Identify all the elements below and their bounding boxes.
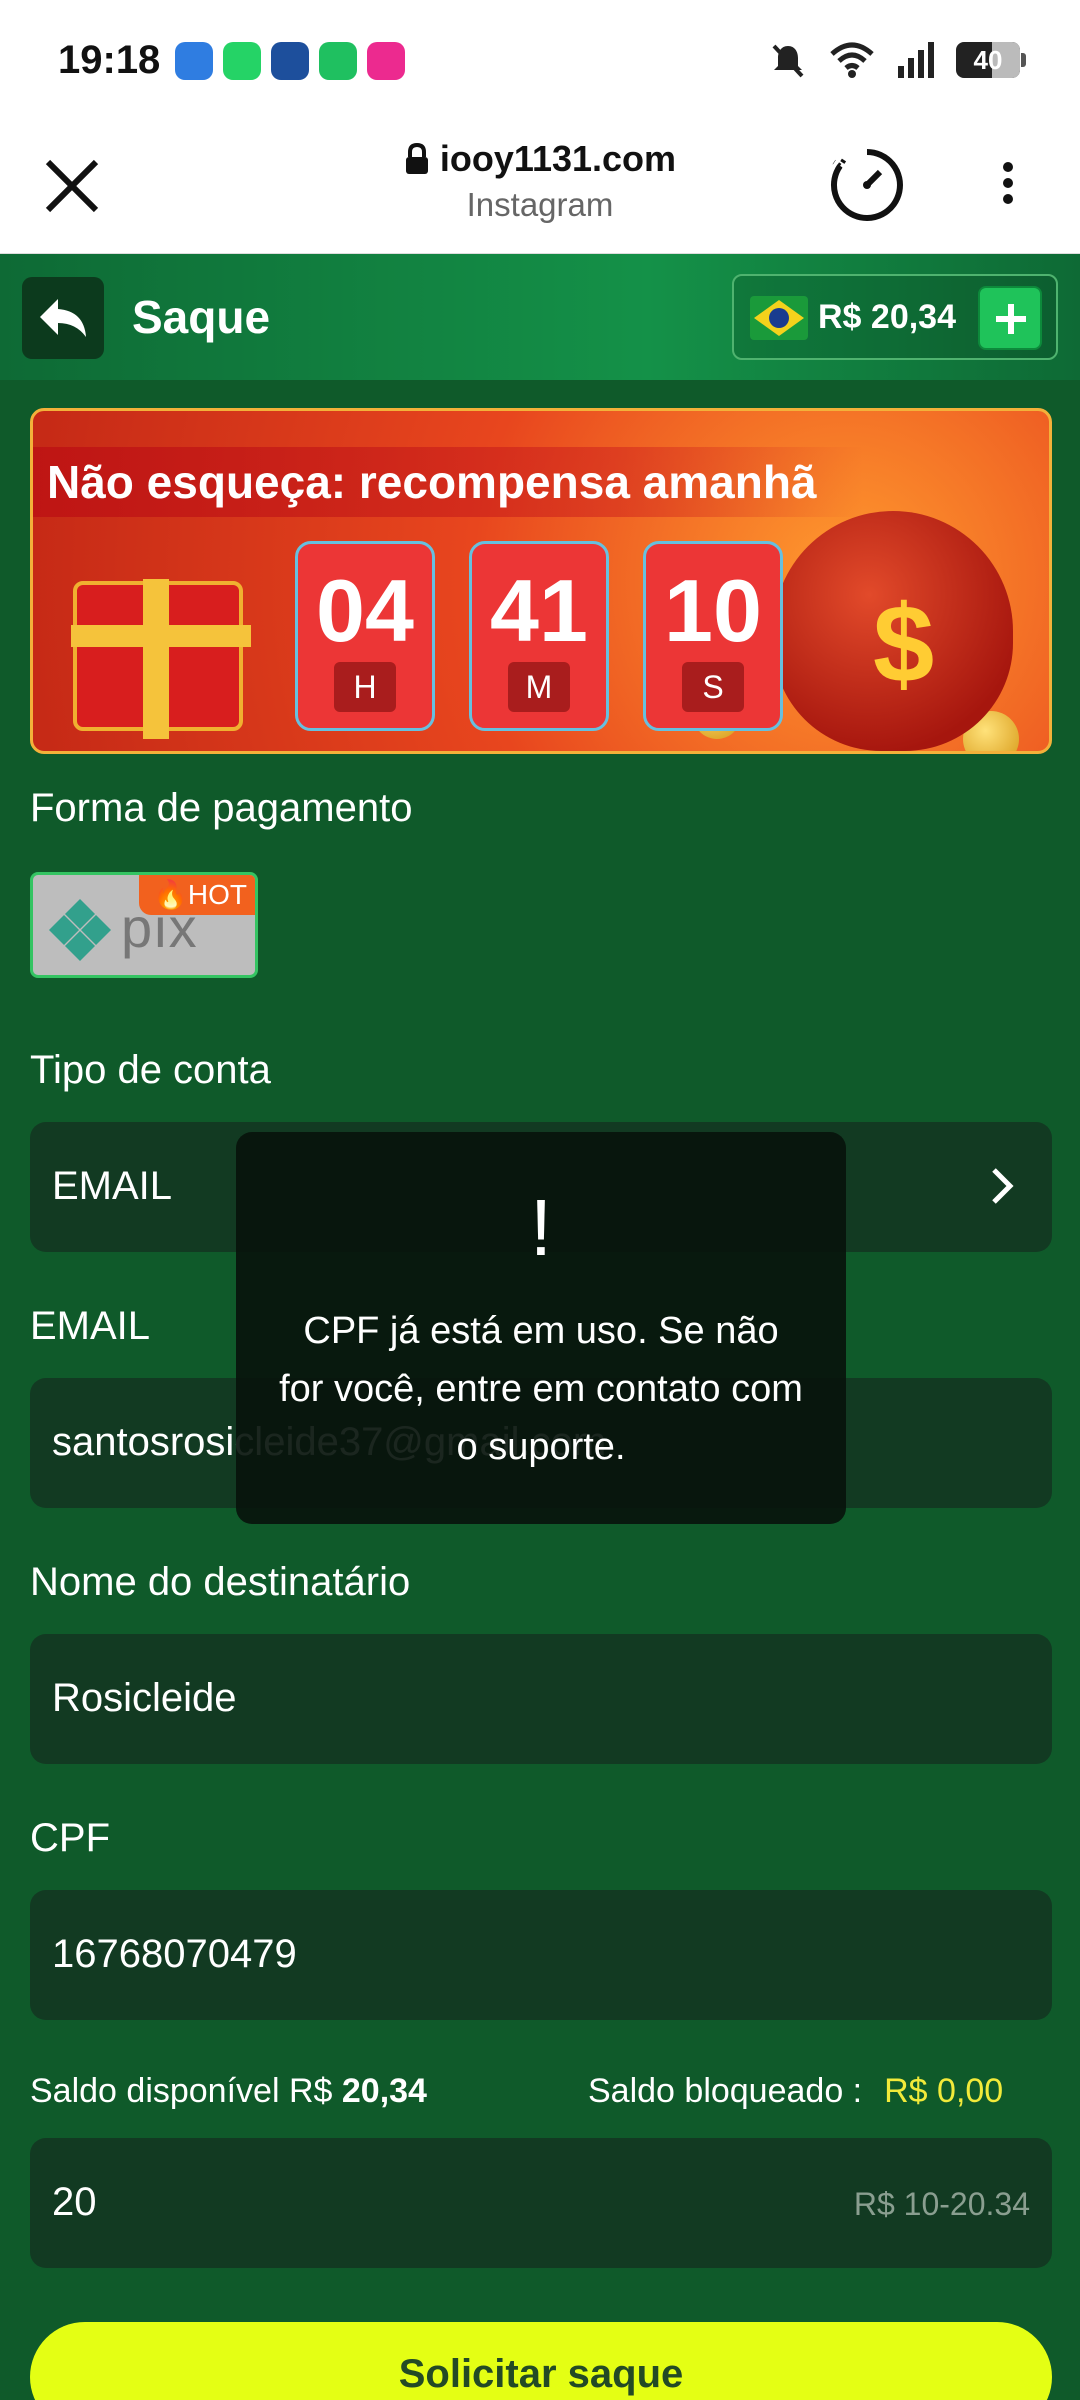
countdown-seconds: 10 S [643, 541, 783, 731]
balance-amount: R$ 20,34 [818, 298, 956, 336]
wifi-icon [830, 42, 874, 78]
banner-title: Não esqueça: recompensa amanhã [47, 456, 817, 508]
cpf-value: 16768070479 [52, 1932, 297, 1976]
more-options-icon[interactable] [990, 156, 1026, 216]
countdown-hours: 04 H [295, 541, 435, 731]
balance-display: R$ 20,34 [732, 274, 1058, 360]
signal-icon [898, 42, 934, 78]
cpf-label: CPF [30, 1816, 110, 1860]
payment-method-label: Forma de pagamento [30, 786, 413, 830]
account-type-label: Tipo de conta [30, 1048, 271, 1092]
brazil-flag-icon [750, 296, 808, 340]
available-balance: Saldo disponível R$ 20,34 [30, 2072, 427, 2110]
status-bar: 19:18 40 [0, 0, 1080, 120]
gift-box-icon [71, 579, 251, 739]
mute-notifications-icon [772, 44, 804, 78]
exclamation-icon: ! [529, 1183, 553, 1272]
pix-logo-icon [49, 899, 111, 961]
browser-app-icon [175, 42, 213, 80]
reward-banner[interactable]: $ Não esqueça: recompensa amanhã 04 H 41… [30, 408, 1052, 754]
amount-input[interactable]: 20 R$ 10-20.34 [30, 2138, 1052, 2268]
blocked-balance: Saldo bloqueado : R$ 0,00 [588, 2072, 1004, 2110]
money-bag-icon: $ [773, 511, 1013, 751]
clock: 19:18 [58, 38, 161, 82]
timer-icon[interactable] [828, 146, 906, 224]
battery-icon: 40 [956, 42, 1026, 78]
email-label: EMAIL [30, 1304, 151, 1348]
lock-icon [405, 143, 428, 174]
countdown-minutes: 41 M [469, 541, 609, 731]
whatsapp-business-icon [319, 42, 357, 80]
cpf-field[interactable]: 16768070479 [30, 1890, 1052, 2020]
recipient-value: Rosicleide [52, 1676, 237, 1720]
app-header: Saque R$ 20,34 [0, 254, 1080, 380]
amount-value: 20 [52, 2180, 97, 2224]
amount-range-hint: R$ 10-20.34 [853, 2186, 1030, 2222]
whatsapp-icon [223, 42, 261, 80]
address-bar[interactable]: iooy1131.com Instagram [0, 138, 1080, 224]
notification-icons [175, 42, 405, 80]
back-arrow-icon [40, 299, 86, 337]
app-icon [367, 42, 405, 80]
app-icon [271, 42, 309, 80]
deposit-plus-button[interactable] [978, 286, 1042, 350]
pix-payment-option[interactable]: pix 🔥HOT [30, 872, 258, 978]
recipient-label: Nome do destinatário [30, 1560, 411, 1604]
source-app: Instagram [466, 186, 614, 223]
chevron-right-icon [992, 1168, 1014, 1204]
url-text: iooy1131.com [439, 138, 677, 179]
account-type-value: EMAIL [52, 1164, 173, 1208]
toast-message: CPF já está em uso. Se não for você, ent… [279, 1310, 803, 1468]
page-title: Saque [132, 291, 271, 343]
fire-icon: 🔥 [153, 879, 188, 910]
browser-toolbar: iooy1131.com Instagram [0, 120, 1080, 254]
error-toast: ! CPF já está em uso. Se não for você, e… [236, 1132, 846, 1524]
battery-level: 40 [973, 45, 1003, 75]
back-button[interactable] [22, 277, 104, 359]
request-withdrawal-button[interactable]: Solicitar saque [30, 2322, 1052, 2400]
recipient-name-field[interactable]: Rosicleide [30, 1634, 1052, 1764]
hot-badge: 🔥HOT [139, 875, 255, 915]
